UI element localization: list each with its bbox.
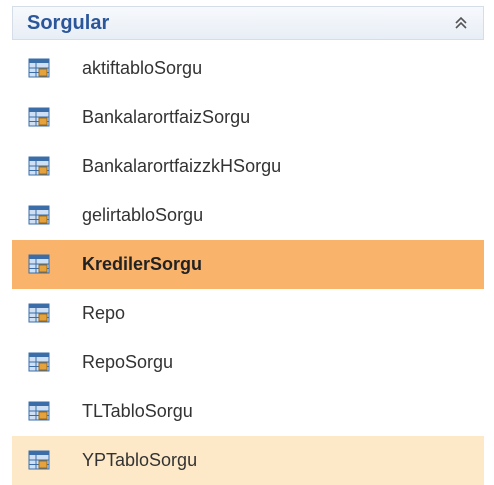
query-icon (28, 303, 50, 323)
navigation-pane: Sorgular aktiftabloSorgu Bankalarortfaiz… (0, 0, 494, 485)
list-item-label: KredilerSorgu (82, 254, 203, 274)
query-icon (28, 156, 50, 176)
list-item[interactable]: gelirtabloSorgu (12, 191, 484, 240)
list-item-label: RepoSorgu (82, 352, 174, 372)
chevron-double-up-icon[interactable] (453, 15, 469, 31)
query-icon (28, 58, 50, 78)
query-icon (28, 107, 50, 127)
list-item-label: BankalarortfaizSorgu (82, 107, 251, 127)
queries-group-header[interactable]: Sorgular (12, 6, 484, 40)
list-item[interactable]: BankalarortfaizzkHSorgu (12, 142, 484, 191)
query-icon (28, 401, 50, 421)
list-item[interactable]: BankalarortfaizSorgu (12, 93, 484, 142)
list-item[interactable]: TLTabloSorgu (12, 387, 484, 436)
list-item-label: TLTabloSorgu (82, 401, 193, 421)
query-icon (28, 450, 50, 470)
list-item-label: BankalarortfaizzkHSorgu (82, 156, 282, 176)
list-item[interactable]: Repo (12, 289, 484, 338)
query-list: aktiftabloSorgu BankalarortfaizSorgu Ban… (12, 44, 484, 485)
list-item-label: Repo (82, 303, 126, 323)
list-item-label: YPTabloSorgu (82, 450, 198, 470)
list-item[interactable]: aktiftabloSorgu (12, 44, 484, 93)
list-item-hovered[interactable]: YPTabloSorgu (12, 436, 484, 485)
query-icon (28, 254, 50, 274)
list-item-label: aktiftabloSorgu (82, 58, 203, 78)
query-icon (28, 205, 50, 225)
list-item-label: gelirtabloSorgu (82, 205, 204, 225)
list-item-selected[interactable]: KredilerSorgu (12, 240, 484, 289)
list-item[interactable]: RepoSorgu (12, 338, 484, 387)
query-icon (28, 352, 50, 372)
group-title: Sorgular (27, 12, 110, 34)
